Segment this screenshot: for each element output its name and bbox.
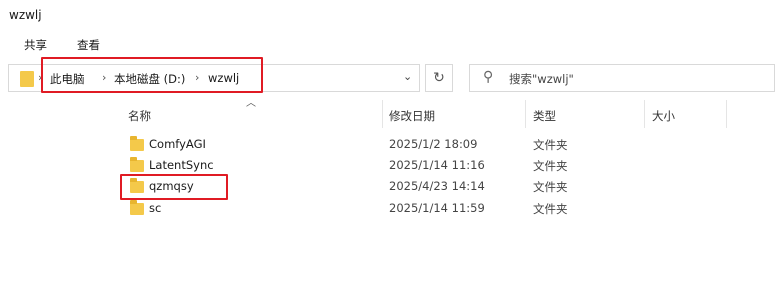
folder-icon [130, 200, 144, 215]
folder-icon [130, 136, 144, 151]
highlight-box-file [120, 174, 228, 200]
window-title: wzwlj [9, 8, 42, 22]
column-divider[interactable] [525, 100, 526, 128]
file-date: 2025/1/14 11:16 [389, 158, 485, 172]
column-header-date[interactable]: 修改日期 [389, 108, 435, 124]
file-type: 文件夹 [533, 138, 568, 152]
file-date: 2025/1/14 11:59 [389, 201, 485, 215]
column-divider[interactable] [382, 100, 383, 128]
file-row[interactable]: sc 2025/1/14 11:59 文件夹 [0, 198, 775, 218]
column-header-name[interactable]: 名称 [128, 108, 151, 124]
sort-up-icon: ︿ [246, 98, 256, 109]
highlight-box-breadcrumb [41, 57, 263, 93]
column-divider[interactable] [644, 100, 645, 128]
file-name: ComfyAGI [149, 137, 206, 151]
file-name: sc [149, 201, 162, 215]
file-row[interactable]: ComfyAGI 2025/1/2 18:09 文件夹 [0, 134, 775, 154]
ribbon: 共享 查看 [0, 37, 775, 55]
file-name: LatentSync [149, 158, 214, 172]
search-input[interactable]: ⚲ 搜索"wzwlj" [469, 64, 775, 92]
search-icon: ⚲ [483, 69, 494, 85]
column-divider[interactable] [726, 100, 727, 128]
view-tab[interactable]: 查看 [77, 37, 100, 53]
column-header-type[interactable]: 类型 [533, 108, 556, 124]
refresh-icon: ↻ [433, 70, 445, 86]
chevron-down-icon[interactable]: ⌄ [403, 70, 412, 83]
refresh-button[interactable]: ↻ [425, 64, 453, 92]
file-date: 2025/4/23 14:14 [389, 179, 485, 193]
file-type: 文件夹 [533, 180, 568, 194]
file-type: 文件夹 [533, 202, 568, 216]
file-date: 2025/1/2 18:09 [389, 137, 478, 151]
search-placeholder: 搜索"wzwlj" [509, 72, 574, 86]
column-header-size[interactable]: 大小 [652, 108, 675, 124]
folder-icon [130, 157, 144, 172]
file-type: 文件夹 [533, 159, 568, 173]
share-tab[interactable]: 共享 [24, 37, 47, 53]
file-row[interactable]: qzmqsy 2025/4/23 14:14 文件夹 [0, 176, 775, 196]
file-row[interactable]: LatentSync 2025/1/14 11:16 文件夹 [0, 155, 775, 175]
folder-icon [20, 71, 34, 87]
